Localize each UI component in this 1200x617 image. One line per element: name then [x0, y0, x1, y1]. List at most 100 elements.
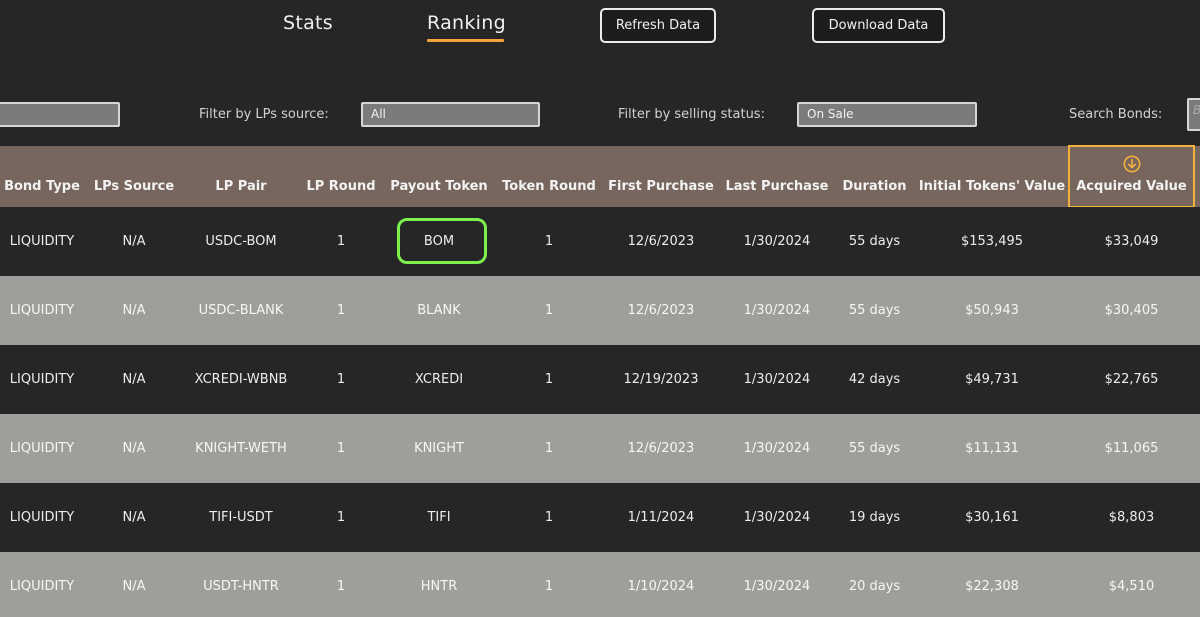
th-lps-source[interactable]: LPs Source — [84, 146, 184, 207]
table-row[interactable]: LIQUIDITY N/A KNIGHT-WETH 1 KNIGHT 1 12/6/2023… — [0, 414, 1200, 483]
lps-source-filter-label: Filter by LPs source: — [199, 107, 329, 122]
table-row[interactable]: LIQUIDITY N/A USDC-BOM 1 BOM 1 12/6/2023 1/30/2… — [0, 207, 1200, 276]
cell-payout-token: HNTR — [420, 579, 458, 594]
arrow-down-circle-icon[interactable] — [1123, 155, 1141, 173]
th-duration[interactable]: Duration — [836, 146, 913, 207]
cell-token-round: 1 — [544, 372, 554, 387]
th-first-purchase-label: First Purchase — [608, 179, 714, 194]
filter-select-left[interactable] — [0, 102, 120, 127]
cell-acquired-value: $4,510 — [1108, 579, 1155, 594]
cell-last-purchase: 1/30/2024 — [743, 579, 811, 594]
cell-lp-round: 1 — [336, 303, 346, 318]
cell-token-round: 1 — [544, 234, 554, 249]
cell-lp-pair: KNIGHT-WETH — [195, 441, 287, 456]
cell-duration: 55 days — [848, 303, 901, 318]
cell-bond-type: LIQUIDITY — [9, 234, 75, 249]
cell-lps-source: N/A — [122, 579, 146, 594]
th-bond-type[interactable]: Bond Type — [0, 146, 84, 207]
th-acquired-value[interactable]: Acquired Value — [1068, 145, 1195, 208]
cell-lps-source: N/A — [122, 372, 146, 387]
cell-payout-token: BLANK — [417, 303, 461, 318]
cell-lp-round: 1 — [336, 441, 346, 456]
cell-acquired-value: $33,049 — [1104, 234, 1159, 249]
cell-duration: 55 days — [848, 441, 901, 456]
cell-duration: 55 days — [848, 234, 901, 249]
cell-token-round: 1 — [544, 303, 554, 318]
selling-status-select[interactable]: On Sale — [797, 102, 977, 127]
cell-lps-source: N/A — [122, 441, 146, 456]
lps-source-select[interactable]: All — [361, 102, 540, 127]
cell-last-purchase: 1/30/2024 — [743, 372, 811, 387]
cell-first-purchase: 12/6/2023 — [627, 303, 695, 318]
cell-last-purchase: 1/30/2024 — [743, 510, 811, 525]
cell-first-purchase: 12/6/2023 — [627, 441, 695, 456]
cell-last-purchase: 1/30/2024 — [743, 441, 811, 456]
cell-bond-type: LIQUIDITY — [9, 303, 75, 318]
cell-lp-round: 1 — [336, 234, 346, 249]
cell-payout-token: XCREDI — [414, 372, 464, 387]
th-lp-round-label: LP Round — [306, 179, 376, 194]
ranking-page: Stats Ranking Refresh Data Download Data… — [0, 0, 1200, 617]
cell-lp-round: 1 — [336, 579, 346, 594]
cell-payout-token: KNIGHT — [414, 441, 464, 456]
cell-lps-source: N/A — [122, 510, 146, 525]
cell-duration: 19 days — [848, 510, 901, 525]
th-initial-tokens-value[interactable]: Initial Tokens' Value — [913, 146, 1071, 207]
th-lp-round[interactable]: LP Round — [298, 146, 384, 207]
table-row[interactable]: LIQUIDITY N/A USDT-HNTR 1 HNTR 1 1/10/2024 1/30… — [0, 552, 1200, 617]
cell-duration: 42 days — [848, 372, 901, 387]
th-lps-source-label: LPs Source — [93, 179, 175, 194]
cell-duration: 20 days — [848, 579, 901, 594]
cell-initial-tokens-value: $153,495 — [960, 234, 1024, 249]
cell-lp-pair: USDC-BOM — [205, 234, 277, 249]
th-bond-type-label: Bond Type — [4, 179, 80, 194]
cell-payout-token: BOM — [423, 234, 455, 249]
cell-bond-type: LIQUIDITY — [9, 510, 75, 525]
cell-initial-tokens-value: $11,131 — [965, 441, 1019, 456]
th-payout-token[interactable]: Payout Token — [384, 146, 494, 207]
search-bonds-input[interactable]: B — [1187, 98, 1200, 131]
cell-lps-source: N/A — [122, 303, 146, 318]
selling-status-filter-label: Filter by selling status: — [618, 107, 765, 122]
cell-lp-pair: TIFI-USDT — [209, 510, 273, 525]
th-last-purchase[interactable]: Last Purchase — [718, 146, 836, 207]
table-row[interactable]: LIQUIDITY N/A XCREDI-WBNB 1 XCREDI 1 12/19/202… — [0, 345, 1200, 414]
cell-first-purchase: 1/11/2024 — [627, 510, 695, 525]
cell-acquired-value: $11,065 — [1104, 441, 1159, 456]
active-tab-indicator — [427, 39, 504, 42]
cell-initial-tokens-value: $50,943 — [965, 303, 1019, 318]
cell-first-purchase: 12/19/2023 — [623, 372, 699, 387]
cell-acquired-value: $8,803 — [1108, 510, 1155, 525]
refresh-data-button[interactable]: Refresh Data — [600, 8, 716, 43]
cell-initial-tokens-value: $49,731 — [965, 372, 1019, 387]
cell-acquired-value: $30,405 — [1104, 303, 1159, 318]
cell-token-round: 1 — [544, 510, 554, 525]
th-token-round[interactable]: Token Round — [494, 146, 604, 207]
cell-last-purchase: 1/30/2024 — [743, 234, 811, 249]
cell-initial-tokens-value: $30,161 — [965, 510, 1019, 525]
cell-lp-pair: XCREDI-WBNB — [194, 372, 288, 387]
cell-lp-round: 1 — [336, 372, 346, 387]
cell-first-purchase: 12/6/2023 — [627, 234, 695, 249]
th-initial-tokens-value-label: Initial Tokens' Value — [918, 179, 1066, 194]
cell-token-round: 1 — [544, 579, 554, 594]
th-duration-label: Duration — [842, 179, 907, 194]
cell-lp-pair: USDT-HNTR — [203, 579, 279, 594]
th-lp-pair-label: LP Pair — [215, 179, 267, 194]
th-lp-pair[interactable]: LP Pair — [184, 146, 298, 207]
cell-bond-type: LIQUIDITY — [9, 579, 75, 594]
cell-token-round: 1 — [544, 441, 554, 456]
th-last-purchase-label: Last Purchase — [725, 179, 829, 194]
table-row[interactable]: LIQUIDITY N/A TIFI-USDT 1 TIFI 1 1/11/2024 1/30… — [0, 483, 1200, 552]
download-data-button[interactable]: Download Data — [812, 8, 945, 43]
tab-ranking[interactable]: Ranking — [427, 12, 506, 34]
th-acquired-value-label: Acquired Value — [1076, 179, 1187, 194]
cell-lps-source: N/A — [122, 234, 146, 249]
cell-payout-token: TIFI — [427, 510, 451, 525]
cell-bond-type: LIQUIDITY — [9, 372, 75, 387]
table-row[interactable]: LIQUIDITY N/A USDC-BLANK 1 BLANK 1 12/6/2023 1/… — [0, 276, 1200, 345]
tab-stats[interactable]: Stats — [283, 12, 333, 34]
th-first-purchase[interactable]: First Purchase — [604, 146, 718, 207]
cell-last-purchase: 1/30/2024 — [743, 303, 811, 318]
search-bonds-label: Search Bonds: — [1069, 107, 1163, 122]
